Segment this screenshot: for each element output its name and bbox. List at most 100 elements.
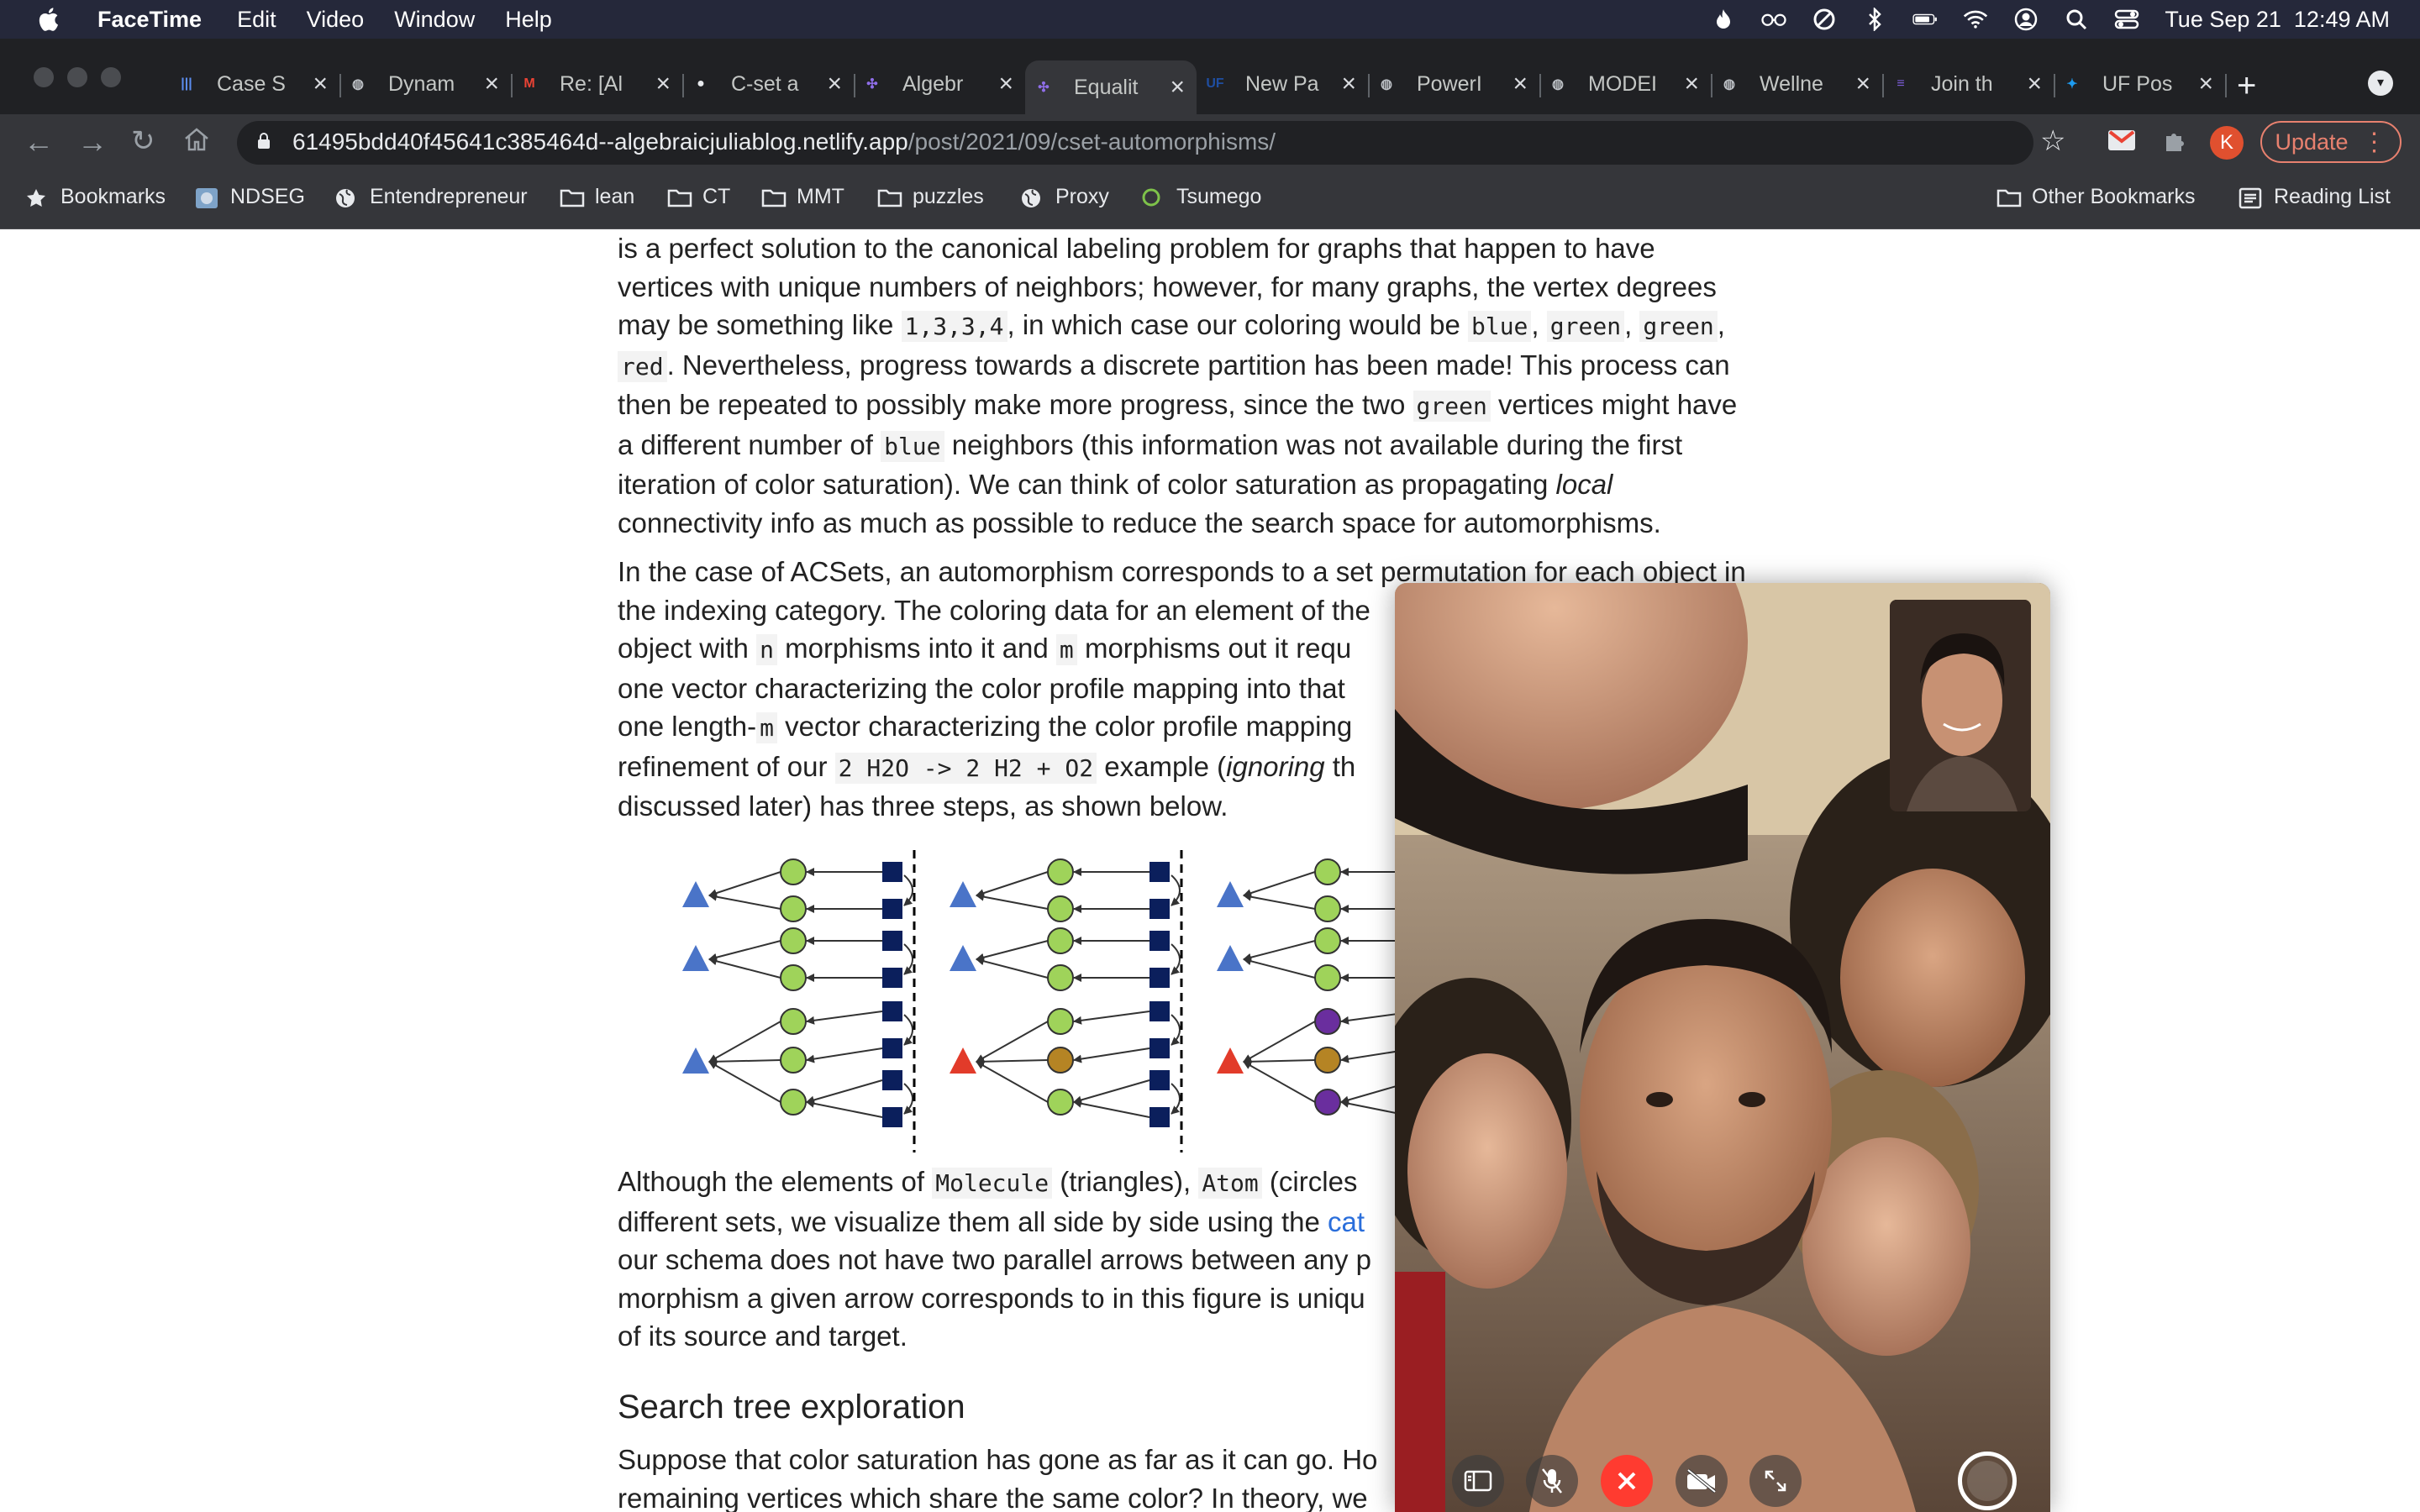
- text-line: our schema does not have two parallel ar…: [618, 1244, 1372, 1275]
- browser-tab[interactable]: ◍ Dynam ×: [339, 62, 513, 106]
- browser-tab[interactable]: ✣ Algebr ×: [854, 62, 1027, 106]
- text-line: Suppose that color saturation has gone a…: [618, 1444, 1378, 1475]
- control-center-icon[interactable]: [2114, 8, 2139, 30]
- globe-icon: ◍: [1552, 77, 1564, 92]
- new-tab-button[interactable]: +: [2237, 67, 2256, 105]
- bookmark-item[interactable]: Tsumego: [1141, 185, 1261, 209]
- bookmark-item[interactable]: Bookmarks: [25, 185, 166, 209]
- bluetooth-icon[interactable]: [1862, 8, 1887, 31]
- profile-avatar[interactable]: K: [2210, 126, 2244, 160]
- bookmark-star-icon[interactable]: ☆: [2040, 124, 2065, 158]
- forward-arrow-icon[interactable]: →: [77, 124, 108, 160]
- end-call-button[interactable]: [1601, 1455, 1653, 1507]
- atom-arrow: [708, 957, 781, 979]
- browser-tab[interactable]: ◍ Wellne ×: [1711, 62, 1884, 106]
- atom-circle: [1047, 1047, 1074, 1074]
- bookmark-item[interactable]: CT: [667, 185, 730, 209]
- menubar-clock[interactable]: Tue Sep 21 12:49 AM: [2165, 7, 2390, 33]
- text-line: remaining vertices which share the same …: [618, 1482, 1368, 1512]
- atom-arrow: [976, 940, 1049, 962]
- bookmark-item[interactable]: lean: [560, 185, 634, 209]
- category-link[interactable]: cat: [1328, 1206, 1365, 1237]
- text-line: (circles: [1261, 1166, 1358, 1197]
- browser-tab[interactable]: ● C-set a ×: [682, 62, 855, 106]
- close-tab-icon[interactable]: ×: [1855, 70, 1870, 98]
- close-tab-icon[interactable]: ×: [998, 70, 1013, 98]
- close-tab-icon[interactable]: ×: [655, 70, 671, 98]
- bookmark-item[interactable]: puzzles: [877, 185, 984, 209]
- atom-arrow: [1243, 1021, 1316, 1063]
- extensions-puzzle-icon[interactable]: [2161, 128, 2188, 155]
- close-tab-icon[interactable]: ×: [1684, 70, 1699, 98]
- close-tab-icon[interactable]: ×: [2198, 70, 2213, 98]
- browser-tab[interactable]: ◍ MODEI ×: [1539, 62, 1712, 106]
- browser-tab[interactable]: M Re: [Al ×: [511, 62, 684, 106]
- atom-arrow: [708, 1021, 781, 1063]
- menu-edit[interactable]: Edit: [237, 7, 276, 33]
- user-account-icon[interactable]: [2013, 8, 2039, 31]
- menu-help[interactable]: Help: [505, 7, 552, 33]
- close-tab-icon[interactable]: ×: [484, 70, 499, 98]
- bookmark-item[interactable]: Other Bookmarks: [1996, 185, 2196, 209]
- minimize-window-button[interactable]: [67, 67, 87, 87]
- folder-icon: [667, 187, 692, 207]
- close-tab-icon[interactable]: ×: [1170, 73, 1185, 102]
- fullscreen-button[interactable]: [1749, 1455, 1802, 1507]
- bond-square: [882, 1107, 902, 1127]
- bookmark-item[interactable]: NDSEG: [195, 185, 305, 209]
- menu-window[interactable]: Window: [394, 7, 475, 33]
- atom-circle: [1047, 927, 1074, 954]
- reload-icon[interactable]: ↻: [131, 124, 155, 158]
- reading-glasses-icon[interactable]: [1761, 8, 1786, 30]
- browser-tab[interactable]: ✣ Equalit ×: [1025, 60, 1197, 114]
- self-view-pip[interactable]: [1890, 600, 2031, 811]
- mute-button[interactable]: [1526, 1455, 1578, 1507]
- close-tab-icon[interactable]: ×: [2027, 70, 2042, 98]
- window-traffic-lights[interactable]: [34, 67, 121, 87]
- close-tab-icon[interactable]: ×: [313, 70, 328, 98]
- bookmark-item[interactable]: Reading List: [2238, 185, 2391, 209]
- text-line: th: [1324, 750, 1356, 782]
- menu-video[interactable]: Video: [307, 7, 365, 33]
- bond-pair-arrow: [903, 1083, 913, 1115]
- bookmark-item[interactable]: Entendrepreneur: [334, 185, 528, 209]
- wifi-icon[interactable]: [1963, 8, 1988, 30]
- inline-code: m: [756, 712, 777, 743]
- close-tab-icon[interactable]: ×: [827, 70, 842, 98]
- inline-code: blue: [881, 430, 944, 462]
- browser-tab[interactable]: UF New Pa ×: [1197, 62, 1370, 106]
- bookmark-item[interactable]: Proxy: [1020, 185, 1109, 209]
- shutter-button[interactable]: [1958, 1452, 2017, 1510]
- browser-tab[interactable]: ||| Case S ×: [168, 62, 341, 106]
- spotlight-search-icon[interactable]: [2064, 8, 2089, 30]
- browser-tab[interactable]: ◍ PowerI ×: [1368, 62, 1541, 106]
- app-menu-facetime[interactable]: FaceTime: [97, 7, 202, 33]
- update-chrome-button[interactable]: Update ⋮: [2260, 121, 2402, 163]
- algebraicjulia-icon: ✣: [866, 77, 878, 92]
- kebab-menu-icon[interactable]: ⋮: [2362, 128, 2387, 157]
- gmail-extension-icon[interactable]: [2107, 129, 2136, 152]
- bookmark-label: Bookmarks: [60, 185, 166, 208]
- home-icon[interactable]: [183, 124, 210, 160]
- inline-code: Atom: [1198, 1168, 1262, 1199]
- browser-tab[interactable]: ✦ UF Pos ×: [2054, 62, 2227, 106]
- battery-icon[interactable]: [1912, 8, 1938, 30]
- address-bar-url[interactable]: 61495bdd40f45641c385464d--algebraicjulia…: [292, 129, 1276, 155]
- zoom-window-button[interactable]: [101, 67, 121, 87]
- tab-search-chevron-icon[interactable]: ▾: [2368, 71, 2393, 96]
- browser-tab[interactable]: ≡ Join th ×: [1882, 62, 2055, 106]
- close-tab-icon[interactable]: ×: [1512, 70, 1528, 98]
- back-arrow-icon[interactable]: ←: [24, 124, 54, 160]
- text-line: example (: [1097, 750, 1227, 782]
- molecule-triangle: [682, 945, 709, 971]
- camera-toggle-button[interactable]: [1676, 1455, 1728, 1507]
- sidebar-toggle-button[interactable]: [1452, 1455, 1504, 1507]
- close-tab-icon[interactable]: ×: [1341, 70, 1356, 98]
- molecule-triangle: [950, 881, 976, 907]
- tab-title: PowerI: [1417, 71, 1482, 96]
- flame-icon[interactable]: [1711, 8, 1736, 30]
- apple-menu-icon[interactable]: [35, 5, 64, 34]
- close-window-button[interactable]: [34, 67, 54, 87]
- do-not-disturb-icon[interactable]: [1812, 8, 1837, 30]
- bookmark-item[interactable]: MMT: [761, 185, 844, 209]
